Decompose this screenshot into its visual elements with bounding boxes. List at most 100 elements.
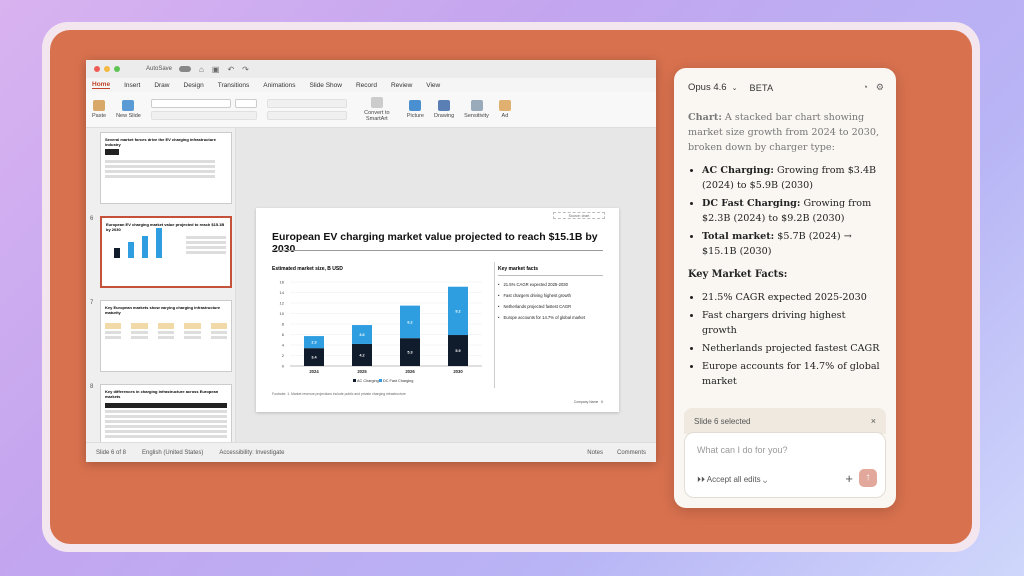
status-bar: Slide 6 of 8 English (United States) Acc… (86, 442, 656, 462)
clipboard-icon (93, 100, 106, 111)
close-button[interactable] (94, 66, 100, 72)
plus-icon[interactable]: + (845, 471, 853, 486)
tab-draw[interactable]: Draw (154, 82, 169, 89)
font-name-field[interactable] (150, 99, 231, 108)
y-tick-label: 12 (280, 301, 285, 306)
language[interactable]: English (United States) (142, 450, 203, 456)
arrow-up-icon: ↑ (865, 472, 871, 483)
tab-record[interactable]: Record (356, 82, 377, 89)
picture-button[interactable]: Picture (407, 100, 424, 119)
list-item: Fast chargers driving highest growth (702, 308, 882, 338)
accept-edits-dropdown[interactable]: ⏵⏵ Accept all edits ⌄ (697, 475, 767, 485)
undo-icon[interactable]: ↶ (227, 65, 234, 74)
tab-review[interactable]: Review (391, 82, 412, 89)
facts-list: 21.5% CAGR expected 2025-2030 Fast charg… (498, 282, 585, 326)
list-item: 21.5% CAGR expected 2025-2030 (702, 290, 882, 305)
new-slide-button[interactable]: New Slide (116, 100, 141, 119)
y-tick-label: 0 (282, 364, 285, 369)
facts-divider (498, 275, 603, 276)
picture-icon (409, 100, 422, 111)
font-size-field[interactable] (234, 99, 257, 108)
section-divider (494, 262, 495, 388)
maximize-button[interactable] (114, 66, 120, 72)
gear-icon[interactable]: ⚙ (876, 82, 884, 93)
facts-heading: Key Market Facts: (688, 269, 788, 280)
fast-forward-icon: ⏵⏵ (697, 475, 707, 484)
align-buttons[interactable] (266, 111, 347, 120)
home-icon[interactable]: ⌂ (199, 65, 204, 74)
thumbnail-facts (186, 234, 226, 256)
send-button[interactable]: ↑ (859, 469, 877, 487)
slide-title[interactable]: European EV charging market value projec… (272, 231, 619, 255)
autosave-toggle[interactable] (179, 66, 192, 72)
chart-title: Estimated market size, B USD (272, 266, 343, 272)
prompt-box: What can I do for you? ⏵⏵ Accept all edi… (684, 432, 886, 498)
source-placeholder: Source: chart (553, 212, 605, 219)
tab-design[interactable]: Design (184, 82, 204, 89)
y-tick-label: 4 (282, 343, 285, 348)
sensitivity-icon (470, 100, 483, 111)
list-item: Europe accounts for 14.7% of global mark… (702, 359, 882, 389)
fact-item: 21.5% CAGR expected 2025-2030 (498, 282, 585, 287)
save-icon[interactable]: ▣ (212, 65, 220, 74)
y-tick-label: 8 (282, 322, 285, 327)
paste-button[interactable]: Paste (92, 100, 106, 119)
list-item: Total market: $5.7B (2024) → $15.1B (203… (702, 229, 882, 259)
redo-icon[interactable]: ↷ (242, 65, 249, 74)
stacked-bar-chart[interactable]: 0 2 4 6 8 10 12 14 16 3.4 2.3 2024 4.2 3.6 2025 5.3 6.2 2… (272, 274, 490, 390)
tab-slide-show[interactable]: Slide Show (309, 82, 342, 89)
prompt-input[interactable]: What can I do for you? (697, 445, 788, 455)
comments-button[interactable]: Comments (617, 450, 646, 456)
thumbnail-slide-5[interactable]: Several market forces drive the EV charg… (100, 132, 232, 204)
accessibility-status[interactable]: Accessibility: Investigate (219, 450, 284, 456)
convert-smartart-button[interactable]: Convert to SmartArt (357, 97, 397, 122)
selection-indicator: Slide 6 selected × (684, 408, 886, 434)
beta-badge: BETA (749, 82, 774, 93)
thumbnail-number: 7 (90, 300, 94, 306)
thumbnail-title: Several market forces drive the EV charg… (105, 137, 216, 147)
list-buttons[interactable] (266, 99, 347, 108)
selection-label: Slide 6 selected (694, 416, 751, 426)
ribbon-tabs: Home Insert Draw Design Transitions Anim… (86, 78, 656, 92)
footnote: Footnote: 1. Market revenue projections … (272, 392, 406, 396)
data-label: 3.6 (359, 333, 364, 337)
thumbnail-slide-6[interactable]: European EV charging market value projec… (100, 216, 232, 288)
company-label: Company Name (573, 400, 599, 404)
thumbnail-slide-7[interactable]: Key European markets show varying chargi… (100, 300, 232, 372)
facts-title: Key market facts (498, 266, 539, 272)
tab-home[interactable]: Home (92, 81, 111, 89)
tab-view[interactable]: View (426, 82, 440, 89)
drawing-label: Drawing (433, 113, 455, 119)
current-slide[interactable]: Source: chart European EV charging marke… (256, 208, 619, 412)
history-icon[interactable]: ◔ (862, 82, 867, 93)
format-buttons[interactable] (150, 111, 257, 120)
drawing-button[interactable]: Drawing (434, 100, 454, 119)
picture-label: Picture (406, 113, 424, 119)
company-name: Company Name 6 (574, 400, 603, 404)
tab-transitions[interactable]: Transitions (218, 82, 250, 89)
slide-thumbnails: Several market forces drive the EV charg… (86, 128, 236, 456)
new-slide-label: New Slide (116, 113, 141, 119)
x-tick-label: 2024 (309, 369, 319, 374)
list-item: AC Charging: Growing from $3.4B (2024) t… (702, 163, 882, 193)
thumbnail-title: Key European markets show varying chargi… (105, 305, 221, 315)
data-label: 5.3 (407, 351, 412, 355)
thumbnail-title: European EV charging market value projec… (106, 222, 225, 232)
close-icon[interactable]: × (871, 416, 876, 426)
model-selector[interactable]: Opus 4.6 (688, 82, 727, 93)
list-item: DC Fast Charging: Growing from $2.3B (20… (702, 196, 882, 226)
fact-item: Netherlands projected fastest CAGR (498, 304, 585, 309)
notes-button[interactable]: Notes (587, 450, 603, 456)
chevron-down-icon[interactable]: ⌄ (732, 84, 738, 92)
slide-counter: Slide 6 of 8 (96, 449, 127, 456)
sensitivity-label: Sensitivity (464, 113, 489, 119)
add-in-button[interactable]: Ad (498, 100, 511, 119)
assistant-message: Chart: A stacked bar chart showing marke… (688, 110, 882, 397)
x-tick-label: 2030 (453, 369, 463, 374)
add-in-label: Ad (501, 113, 509, 119)
minimize-button[interactable] (104, 66, 110, 72)
tab-insert[interactable]: Insert (124, 82, 140, 89)
sensitivity-button[interactable]: Sensitivity (464, 100, 489, 119)
y-tick-label: 10 (280, 311, 285, 316)
tab-animations[interactable]: Animations (263, 82, 295, 89)
